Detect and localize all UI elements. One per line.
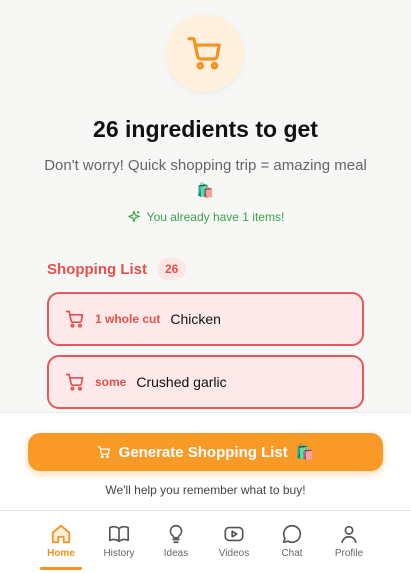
shopping-cart-icon <box>97 446 110 459</box>
lightbulb-icon <box>169 524 183 544</box>
item-count-badge: 26 <box>156 258 187 280</box>
ingredients-screen: 26 ingredients to get Don't worry! Quick… <box>0 0 411 412</box>
tab-label: Profile <box>334 548 364 559</box>
tab-label: Home <box>47 548 75 559</box>
helper-text: We'll help you remember what to buy! <box>105 483 306 497</box>
sparkle-icon <box>127 210 140 223</box>
shopping-list-title: Shopping List <box>47 260 147 278</box>
shopping-bag-emoji: 🛍️ <box>295 444 315 461</box>
page-subtitle: Don't worry! Quick shopping trip = amazi… <box>40 155 371 201</box>
generate-shopping-list-button[interactable]: Generate Shopping List 🛍️ <box>28 433 383 471</box>
tab-label: History <box>103 548 135 559</box>
item-quantity: some <box>95 375 127 389</box>
tab-home[interactable]: Home <box>31 523 91 559</box>
active-tab-indicator <box>40 567 82 570</box>
subtitle-text: Don't worry! Quick shopping trip = amazi… <box>44 157 367 174</box>
shopping-list-header: Shopping List 26 <box>47 258 187 280</box>
list-item[interactable]: some Crushed garlic <box>47 355 364 409</box>
shopping-bag-emoji: 🛍️ <box>196 182 215 198</box>
shopping-cart-icon <box>65 310 84 328</box>
generate-button-label: Generate Shopping List <box>118 443 288 461</box>
tab-history[interactable]: History <box>89 523 149 559</box>
cart-badge <box>166 14 244 92</box>
home-icon <box>51 524 71 544</box>
tab-label: Ideas <box>163 548 189 559</box>
person-icon <box>341 525 357 544</box>
tab-videos[interactable]: Videos <box>204 523 264 559</box>
item-quantity: 1 whole cut <box>95 312 161 326</box>
item-name: Chicken <box>170 311 221 327</box>
play-icon <box>224 526 244 542</box>
book-icon <box>109 525 129 543</box>
list-item[interactable]: 1 whole cut Chicken <box>47 292 364 346</box>
shopping-cart-icon <box>65 373 84 391</box>
tab-label: Videos <box>218 548 250 559</box>
already-have-text: You already have 1 items! <box>146 210 285 224</box>
page-title: 26 ingredients to get <box>93 116 318 142</box>
shopping-cart-icon <box>187 37 221 70</box>
item-name: Crushed garlic <box>136 374 227 390</box>
bottom-tab-bar: Home History Ideas Videos Chat Profile <box>0 510 411 573</box>
chat-bubble-icon <box>282 524 302 544</box>
action-panel: Generate Shopping List 🛍️ We'll help you… <box>0 412 411 510</box>
already-have-note: You already have 1 items! <box>0 210 411 224</box>
tab-profile[interactable]: Profile <box>319 523 379 559</box>
tab-ideas[interactable]: Ideas <box>146 523 206 559</box>
tab-chat[interactable]: Chat <box>262 523 322 559</box>
tab-label: Chat <box>281 548 303 559</box>
